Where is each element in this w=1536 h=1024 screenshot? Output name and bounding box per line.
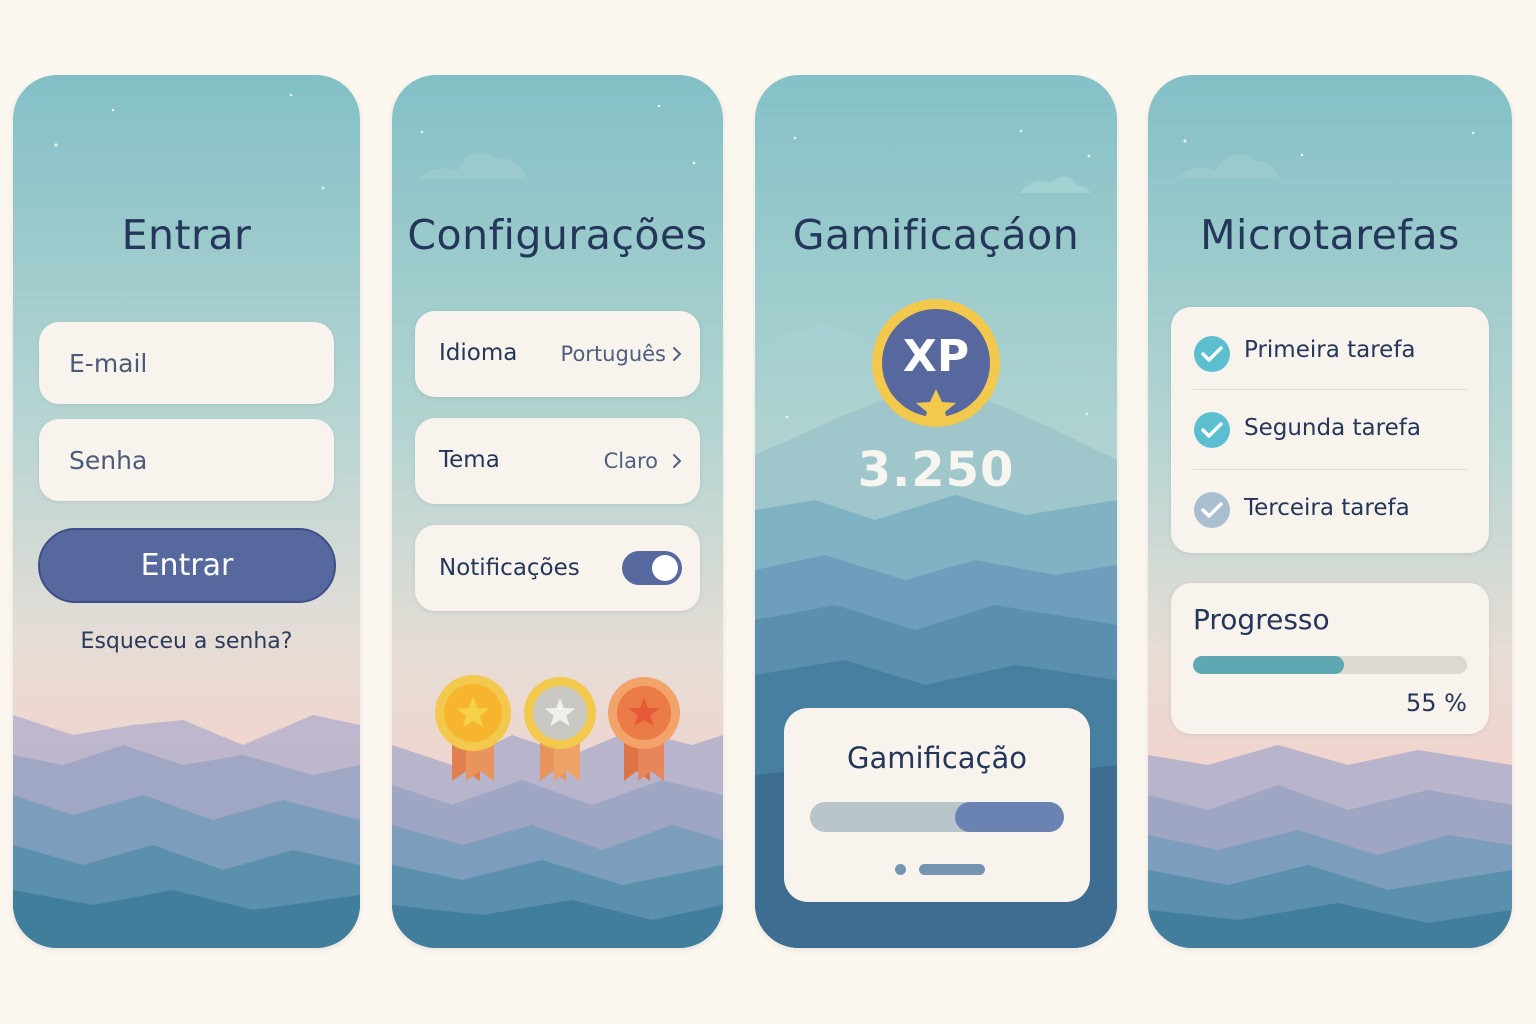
gamification-screen: Gamificaçáon XP 3.250 Gamificação bbox=[755, 75, 1117, 948]
chevron-right-icon bbox=[673, 347, 682, 361]
cloud-icon bbox=[417, 152, 527, 179]
chevron-right-icon bbox=[673, 454, 682, 468]
gamification-progress-fill bbox=[954, 802, 1064, 832]
setting-row-theme[interactable]: Tema Claro bbox=[415, 418, 700, 504]
silver-medal-icon bbox=[524, 677, 596, 781]
task-label: Primeira tarefa bbox=[1244, 337, 1416, 363]
progress-fill bbox=[1193, 656, 1344, 674]
card-title: Gamificação bbox=[847, 741, 1027, 775]
pager-dot-active[interactable] bbox=[919, 864, 985, 875]
settings-screen: Configurações Idioma Português Tema Clar… bbox=[392, 75, 723, 948]
gold-medal-icon bbox=[435, 675, 511, 781]
password-placeholder: Senha bbox=[69, 446, 148, 475]
task-label: Segunda tarefa bbox=[1244, 415, 1421, 441]
page-title: Configurações bbox=[407, 211, 708, 259]
task-label: Terceira tarefa bbox=[1244, 495, 1410, 521]
progress-bar bbox=[1193, 656, 1467, 674]
progress-percent: 55 % bbox=[1406, 689, 1467, 717]
password-field[interactable]: Senha bbox=[39, 419, 334, 501]
forgot-password-link[interactable]: Esqueceu a senha? bbox=[13, 629, 360, 654]
bronze-medal-icon bbox=[608, 677, 680, 781]
setting-row-notifications: Notificações bbox=[415, 525, 700, 611]
task-item-2[interactable]: Segunda tarefa bbox=[1171, 389, 1489, 469]
gamification-card: Gamificação bbox=[784, 708, 1090, 902]
check-circle-icon[interactable] bbox=[1193, 335, 1231, 373]
notifications-toggle[interactable] bbox=[622, 551, 682, 585]
progress-title: Progresso bbox=[1193, 603, 1330, 636]
task-list: Primeira tarefa Segunda tarefa Terceira … bbox=[1171, 307, 1489, 553]
cloud-icon bbox=[1020, 176, 1091, 193]
page-title: Entrar bbox=[121, 211, 252, 259]
login-button[interactable]: Entrar bbox=[38, 528, 336, 603]
microtasks-screen: Microtarefas Primeira tarefa Segunda tar… bbox=[1148, 75, 1512, 948]
email-placeholder: E-mail bbox=[69, 349, 148, 378]
xp-score: 3.250 bbox=[857, 442, 1015, 498]
page-title: Gamificaçáon bbox=[792, 211, 1080, 259]
task-item-3[interactable]: Terceira tarefa bbox=[1171, 469, 1489, 553]
task-item-1[interactable]: Primeira tarefa bbox=[1171, 307, 1489, 389]
setting-label: Notificações bbox=[439, 555, 580, 581]
cloud-icon bbox=[1176, 153, 1280, 179]
pager-dot[interactable] bbox=[895, 864, 906, 875]
check-circle-icon[interactable] bbox=[1193, 411, 1231, 449]
setting-row-language[interactable]: Idioma Português bbox=[415, 311, 700, 397]
setting-label: Idioma bbox=[439, 340, 518, 366]
setting-value: Português bbox=[560, 342, 666, 366]
setting-label: Tema bbox=[439, 447, 500, 473]
check-circle-icon[interactable] bbox=[1193, 491, 1231, 529]
login-screen: Entrar E-mail Senha Entrar Esqueceu a se… bbox=[13, 75, 360, 948]
xp-badge: XP bbox=[869, 297, 1003, 431]
progress-card: Progresso 55 % bbox=[1171, 583, 1489, 734]
toggle-knob bbox=[652, 555, 678, 581]
mountain-background bbox=[13, 93, 360, 948]
cloud-icon bbox=[775, 323, 861, 345]
cloud-icon bbox=[1005, 361, 1077, 379]
gamification-progress-bar bbox=[810, 802, 1064, 832]
xp-label: XP bbox=[902, 331, 970, 382]
page-title: Microtarefas bbox=[1200, 211, 1460, 259]
email-field[interactable]: E-mail bbox=[39, 322, 334, 404]
setting-value: Claro bbox=[603, 449, 658, 473]
mountain-background bbox=[392, 104, 723, 948]
